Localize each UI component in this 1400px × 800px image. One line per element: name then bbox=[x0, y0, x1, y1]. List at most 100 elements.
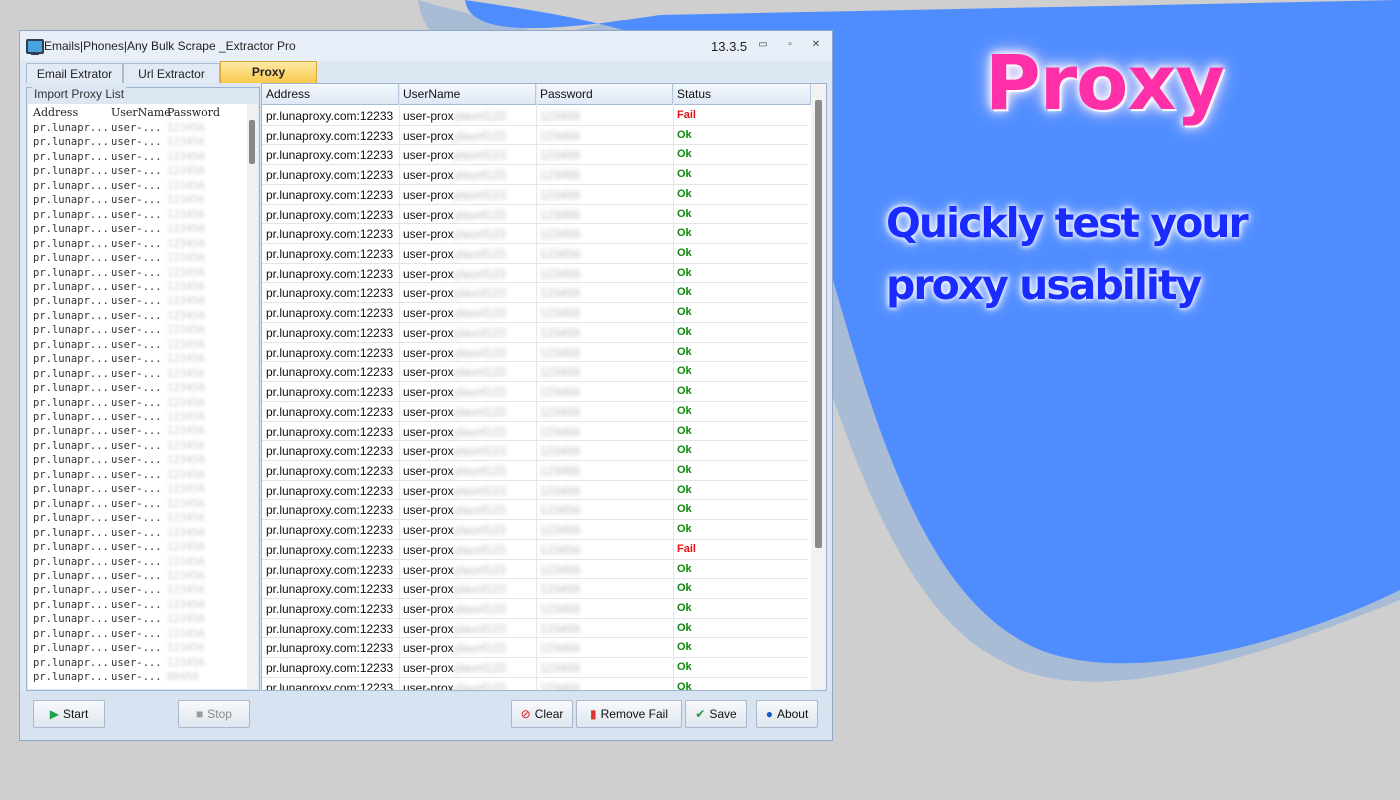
table-row[interactable]: pr.lunaproxy.com:12233 user-proxylaunf123… bbox=[262, 382, 808, 402]
list-item[interactable]: pr.lunapr... user-... 00458 bbox=[28, 671, 246, 685]
table-row[interactable]: pr.lunaproxy.com:12233 user-proxylaunf123… bbox=[262, 165, 808, 185]
table-row[interactable]: pr.lunaproxy.com:12233 user-proxylaunf123… bbox=[262, 323, 808, 343]
table-row[interactable]: pr.lunaproxy.com:12233 user-proxylaunf123… bbox=[262, 520, 808, 540]
list-item[interactable]: pr.lunapr... user-... 123456 bbox=[28, 628, 246, 642]
tab-url-extractor[interactable]: Url Extractor bbox=[123, 63, 220, 83]
minimize-icon[interactable]: ▭ bbox=[756, 38, 770, 52]
list-item[interactable]: pr.lunapr... user-... 123456 bbox=[28, 498, 246, 512]
table-row[interactable]: pr.lunaproxy.com:12233 user-proxylaunf123… bbox=[262, 599, 808, 619]
list-item[interactable]: pr.lunapr... user-... 123456 bbox=[28, 281, 246, 295]
save-button[interactable]: ✔ Save bbox=[685, 700, 747, 728]
table-row[interactable]: pr.lunaproxy.com:12233 user-proxylaunf123… bbox=[262, 402, 808, 422]
about-button[interactable]: ● About bbox=[756, 700, 818, 728]
list-item[interactable]: pr.lunapr... user-... 123456 bbox=[28, 425, 246, 439]
table-row[interactable]: pr.lunaproxy.com:12233 user-proxylaunf123… bbox=[262, 658, 808, 678]
grid-header-address[interactable]: Address bbox=[262, 84, 399, 105]
table-row[interactable]: pr.lunaproxy.com:12233 user-proxylaunf123… bbox=[262, 579, 808, 599]
list-item[interactable]: pr.lunapr... user-... 123456 bbox=[28, 527, 246, 541]
restore-icon[interactable]: ▫ bbox=[783, 38, 797, 52]
list-item[interactable]: pr.lunapr... user-... 123456 bbox=[28, 440, 246, 454]
list-item[interactable]: pr.lunapr... user-... 123456 bbox=[28, 339, 246, 353]
stop-button[interactable]: ■ Stop bbox=[178, 700, 250, 728]
tab-email-extrator[interactable]: Email Extrator bbox=[26, 63, 123, 83]
table-row[interactable]: pr.lunaproxy.com:12233 user-proxylaunf123… bbox=[262, 283, 808, 304]
list-item[interactable]: pr.lunapr... user-... 123456 bbox=[28, 512, 246, 526]
cell-address: pr.lunaproxy.com:12233 bbox=[266, 582, 394, 597]
list-item-username: user-... bbox=[111, 584, 162, 597]
grid-scroll-thumb[interactable] bbox=[815, 100, 822, 548]
table-row[interactable]: pr.lunaproxy.com:12233 user-proxylaunf123… bbox=[262, 560, 808, 580]
list-item[interactable]: pr.lunapr... user-... 123456 bbox=[28, 209, 246, 223]
list-header-username[interactable]: UserName bbox=[111, 106, 171, 120]
table-row[interactable]: pr.lunaproxy.com:12233 user-proxylaunf123… bbox=[262, 185, 808, 205]
list-header-password[interactable]: Password bbox=[167, 106, 220, 120]
import-proxy-list[interactable]: Address UserName Password pr.lunapr... us… bbox=[28, 104, 258, 689]
table-row[interactable]: pr.lunaproxy.com:12233 user-proxylaunf123… bbox=[262, 145, 808, 166]
grid-scrollbar[interactable] bbox=[811, 84, 826, 690]
list-item[interactable]: pr.lunapr... user-... 123456 bbox=[28, 642, 246, 656]
grid-header-password[interactable]: Password bbox=[536, 84, 673, 105]
table-row[interactable]: pr.lunaproxy.com:12233 user-proxylaunf123… bbox=[262, 106, 808, 126]
list-item[interactable]: pr.lunapr... user-... 123456 bbox=[28, 165, 246, 179]
table-row[interactable]: pr.lunaproxy.com:12233 user-proxylaunf123… bbox=[262, 126, 808, 146]
list-item[interactable]: pr.lunapr... user-... 123456 bbox=[28, 122, 246, 136]
table-row[interactable]: pr.lunaproxy.com:12233 user-proxylaunf123… bbox=[262, 224, 808, 245]
list-item[interactable]: pr.lunapr... user-... 123456 bbox=[28, 541, 246, 555]
list-item[interactable]: pr.lunapr... user-... 123456 bbox=[28, 180, 246, 194]
list-item[interactable]: pr.lunapr... user-... 123456 bbox=[28, 252, 246, 266]
table-row[interactable]: pr.lunaproxy.com:12233 user-proxylaunf123… bbox=[262, 638, 808, 659]
list-item-address: pr.lunapr... bbox=[33, 324, 109, 337]
list-item[interactable]: pr.lunapr... user-... 123456 bbox=[28, 570, 246, 584]
list-item[interactable]: pr.lunapr... user-... 123456 bbox=[28, 483, 246, 497]
table-row[interactable]: pr.lunaproxy.com:12233 user-proxylaunf123… bbox=[262, 481, 808, 501]
list-item[interactable]: pr.lunapr... user-... 123456 bbox=[28, 238, 246, 252]
list-item[interactable]: pr.lunapr... user-... 123456 bbox=[28, 151, 246, 165]
table-row[interactable]: pr.lunaproxy.com:12233 user-proxylaunf123… bbox=[262, 303, 808, 323]
list-item[interactable]: pr.lunapr... user-... 123456 bbox=[28, 657, 246, 671]
cell-username: user-proxylaunf123 bbox=[403, 503, 506, 517]
list-item[interactable]: pr.lunapr... user-... 123456 bbox=[28, 310, 246, 324]
remove-fail-button[interactable]: ▮ Remove Fail bbox=[576, 700, 682, 728]
table-row[interactable]: pr.lunaproxy.com:12233 user-proxylaunf123… bbox=[262, 244, 808, 264]
cell-status: Fail bbox=[677, 109, 696, 121]
table-row[interactable]: pr.lunaproxy.com:12233 user-proxylaunf123… bbox=[262, 362, 808, 383]
list-item[interactable]: pr.lunapr... user-... 123456 bbox=[28, 223, 246, 237]
close-icon[interactable]: ✕ bbox=[809, 38, 823, 52]
table-row[interactable]: pr.lunaproxy.com:12233 user-proxylaunf123… bbox=[262, 461, 808, 481]
list-scroll-thumb[interactable] bbox=[249, 120, 255, 164]
list-item[interactable]: pr.lunapr... user-... 123456 bbox=[28, 136, 246, 150]
table-row[interactable]: pr.lunaproxy.com:12233 user-proxylaunf123… bbox=[262, 205, 808, 225]
cell-username: user-proxylaunf123 bbox=[403, 464, 506, 478]
list-item[interactable]: pr.lunapr... user-... 123456 bbox=[28, 397, 246, 411]
list-item[interactable]: pr.lunapr... user-... 123456 bbox=[28, 469, 246, 483]
list-scrollbar[interactable] bbox=[247, 104, 258, 689]
list-item[interactable]: pr.lunapr... user-... 123456 bbox=[28, 599, 246, 613]
table-row[interactable]: pr.lunaproxy.com:12233 user-proxylaunf123… bbox=[262, 422, 808, 442]
grid-header-status[interactable]: Status bbox=[673, 84, 811, 105]
table-row[interactable]: pr.lunaproxy.com:12233 user-proxylaunf123… bbox=[262, 264, 808, 284]
list-item[interactable]: pr.lunapr... user-... 123456 bbox=[28, 556, 246, 570]
list-item[interactable]: pr.lunapr... user-... 123456 bbox=[28, 584, 246, 598]
list-item[interactable]: pr.lunapr... user-... 123456 bbox=[28, 295, 246, 309]
start-button[interactable]: ▶ Start bbox=[33, 700, 105, 728]
grid-header-username[interactable]: UserName bbox=[399, 84, 536, 105]
table-row[interactable]: pr.lunaproxy.com:12233 user-proxylaunf123… bbox=[262, 343, 808, 363]
tab-proxy[interactable]: Proxy bbox=[220, 61, 317, 83]
table-row[interactable]: pr.lunaproxy.com:12233 user-proxylaunf123… bbox=[262, 619, 808, 639]
proxy-results-grid[interactable]: Address UserName Password Status pr.luna… bbox=[261, 83, 827, 691]
list-item[interactable]: pr.lunapr... user-... 123456 bbox=[28, 368, 246, 382]
table-row[interactable]: pr.lunaproxy.com:12233 user-proxylaunf123… bbox=[262, 540, 808, 560]
list-item[interactable]: pr.lunapr... user-... 123456 bbox=[28, 353, 246, 367]
list-item[interactable]: pr.lunapr... user-... 123456 bbox=[28, 194, 246, 208]
list-header-address[interactable]: Address bbox=[33, 106, 78, 120]
table-row[interactable]: pr.lunaproxy.com:12233 user-proxylaunf123… bbox=[262, 441, 808, 461]
clear-button[interactable]: ⊘ Clear bbox=[511, 700, 573, 728]
list-item[interactable]: pr.lunapr... user-... 123456 bbox=[28, 454, 246, 468]
list-item[interactable]: pr.lunapr... user-... 123456 bbox=[28, 411, 246, 425]
list-item[interactable]: pr.lunapr... user-... 123456 bbox=[28, 382, 246, 396]
list-item[interactable]: pr.lunapr... user-... 123456 bbox=[28, 267, 246, 281]
list-item[interactable]: pr.lunapr... user-... 123456 bbox=[28, 324, 246, 338]
table-row[interactable]: pr.lunaproxy.com:12233 user-proxylaunf123… bbox=[262, 500, 808, 521]
table-row[interactable]: pr.lunaproxy.com:12233 user-proxylaunf123… bbox=[262, 678, 808, 690]
list-item[interactable]: pr.lunapr... user-... 123456 bbox=[28, 613, 246, 627]
